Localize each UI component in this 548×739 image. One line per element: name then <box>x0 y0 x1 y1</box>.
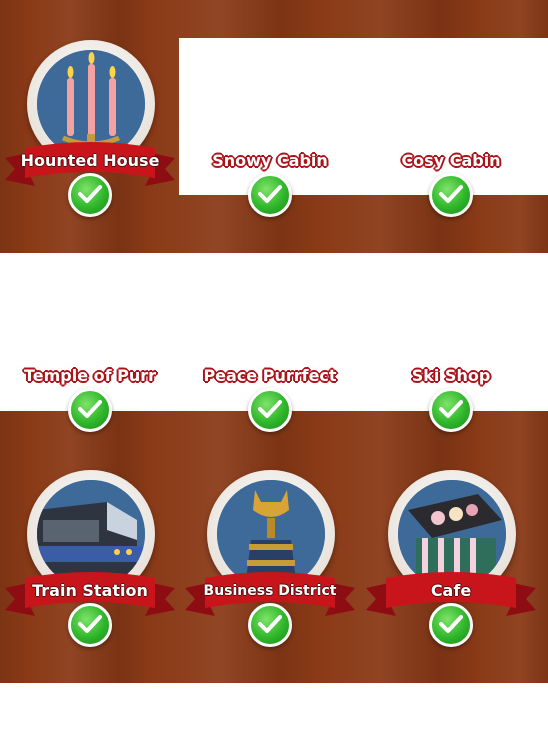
location-ski-shop[interactable]: Ski Shop <box>366 255 536 435</box>
location-cafe[interactable]: Cafe <box>366 470 536 650</box>
location-snowy-cabin[interactable]: Snowy Cabin <box>185 40 355 220</box>
location-train-station[interactable]: Train Station <box>5 470 175 650</box>
check-icon <box>68 388 112 432</box>
location-peace-purrfect[interactable]: Peace Purrfect <box>185 255 355 435</box>
location-name: Snowy Cabin <box>212 151 328 170</box>
location-name: Ski Shop <box>411 366 491 385</box>
check-icon <box>68 173 112 217</box>
location-name: Peace Purrfect <box>203 366 337 385</box>
check-icon <box>68 603 112 647</box>
location-name: Temple of Purr <box>23 366 157 385</box>
check-icon <box>248 173 292 217</box>
location-name: Train Station <box>32 581 148 600</box>
check-icon <box>429 388 473 432</box>
location-name: Hounted House <box>20 151 160 170</box>
location-cosy-cabin[interactable]: Cosy Cabin <box>366 40 536 220</box>
check-icon <box>429 603 473 647</box>
location-name: Cafe <box>430 581 472 600</box>
check-icon <box>248 388 292 432</box>
location-business-district[interactable]: Business District <box>185 470 355 650</box>
check-icon <box>429 173 473 217</box>
location-temple-of-purr[interactable]: Temple of Purr <box>5 255 175 435</box>
location-name: Business District <box>203 583 337 599</box>
blank-panel-bottom <box>0 683 548 739</box>
location-hounted-house[interactable]: Hounted House <box>5 40 175 220</box>
check-icon <box>248 603 292 647</box>
location-name: Cosy Cabin <box>401 151 501 170</box>
